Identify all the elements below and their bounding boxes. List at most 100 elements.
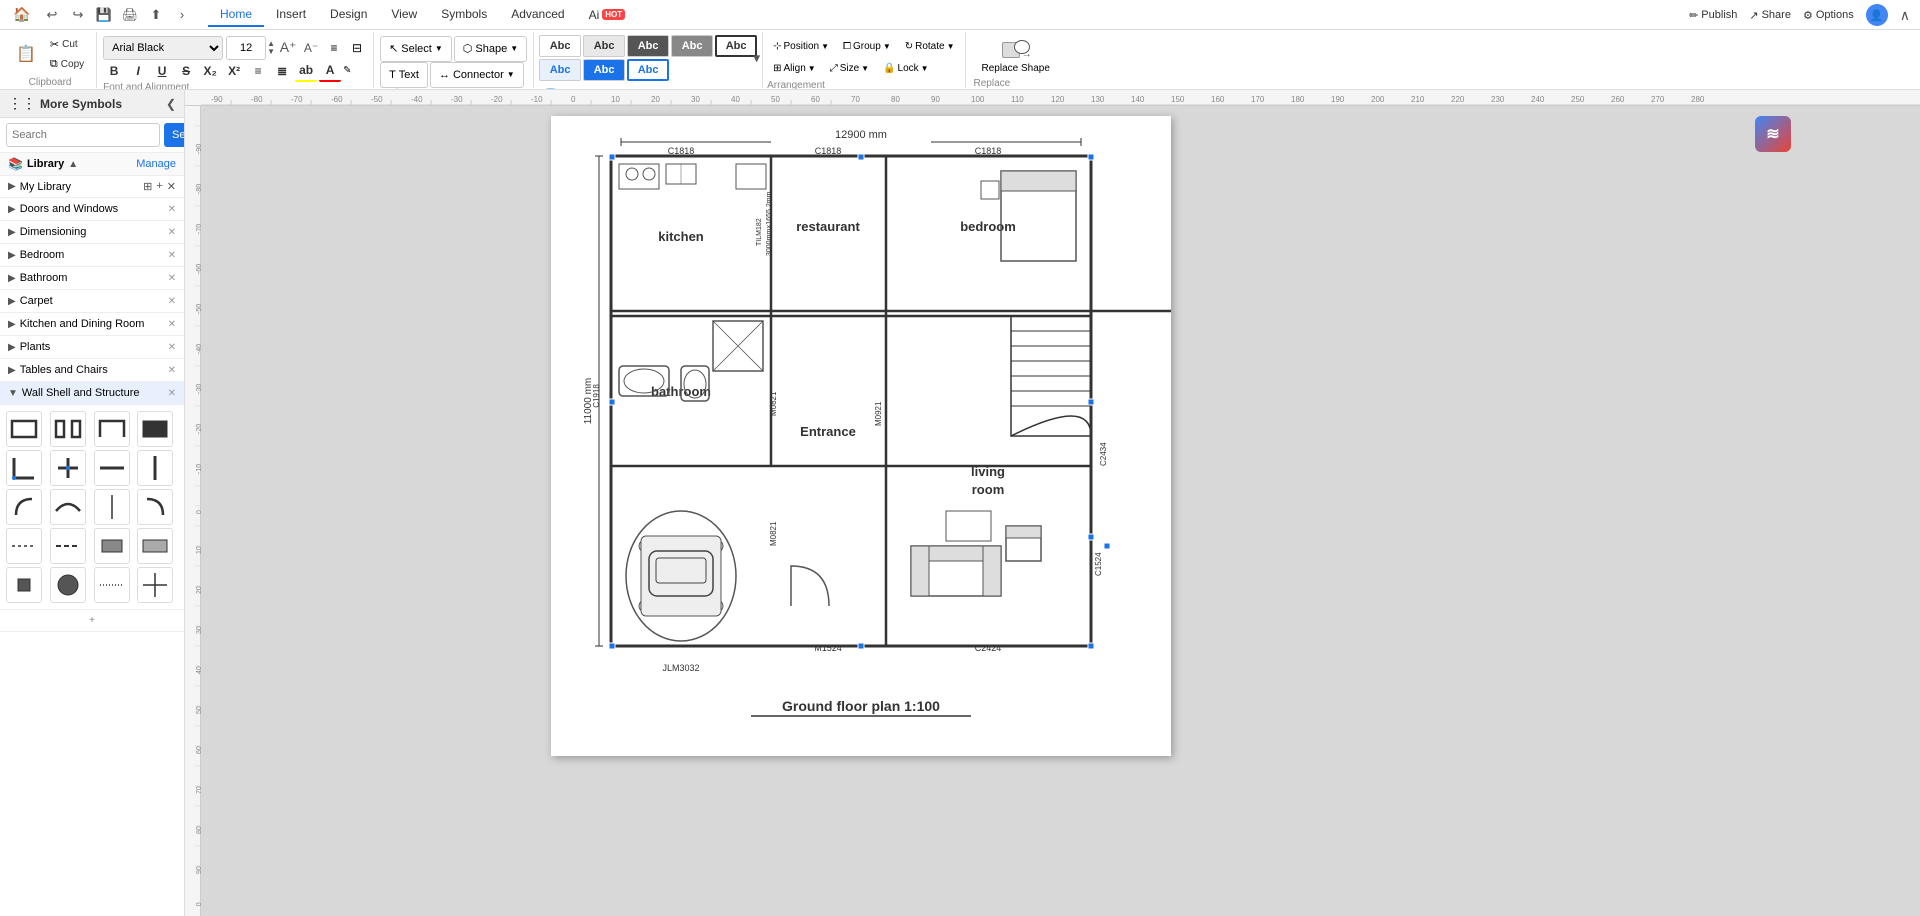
shape-dashed1[interactable]: [6, 528, 42, 564]
manage-label[interactable]: Manage: [136, 158, 176, 170]
shape-arc-flat[interactable]: [50, 489, 86, 525]
tab-ai[interactable]: Ai HOT: [577, 3, 638, 27]
size-button[interactable]: ⤢Size▼: [824, 58, 875, 80]
undo-button[interactable]: ↩: [40, 3, 64, 27]
underline-button[interactable]: U: [151, 60, 173, 82]
superscript-button[interactable]: X²: [223, 60, 245, 82]
font-family-select[interactable]: Arial Black: [103, 36, 223, 60]
tab-home[interactable]: Home: [208, 3, 264, 27]
style-more-button[interactable]: ▾: [753, 49, 760, 66]
category-tables-chairs[interactable]: ▶ Tables and Chairs ✕: [0, 359, 184, 382]
my-library-add-btn[interactable]: +: [156, 180, 162, 193]
tab-view[interactable]: View: [379, 3, 429, 27]
category-bathroom[interactable]: ▶ Bathroom ✕: [0, 267, 184, 290]
shape-arc-right[interactable]: [137, 489, 173, 525]
category-doors-windows[interactable]: ▶ Doors and Windows ✕: [0, 198, 184, 221]
shape-L[interactable]: [6, 450, 42, 486]
collapse-panel-button[interactable]: ❮: [166, 97, 176, 111]
category-bedroom[interactable]: ▶ Bedroom ✕: [0, 244, 184, 267]
floorplan-svg[interactable]: 12900 mm: [551, 116, 1171, 756]
cat-close-6[interactable]: ✕: [168, 342, 176, 353]
shape-hline[interactable]: [94, 450, 130, 486]
export-button[interactable]: ⬆: [144, 3, 168, 27]
share-button[interactable]: ↗Share: [1749, 9, 1791, 22]
shape-rect-fill[interactable]: [137, 411, 173, 447]
style-swatch-5[interactable]: Abc: [715, 35, 757, 57]
panel-collapse-button[interactable]: ∧: [1900, 7, 1910, 24]
my-library-grid-btn[interactable]: ⊞: [143, 180, 152, 193]
cat-close-0[interactable]: ✕: [168, 204, 176, 215]
shape-thin-vline[interactable]: [94, 489, 130, 525]
connector-tool-button[interactable]: ↔ Connector ▼: [430, 62, 524, 88]
options-button[interactable]: ⚙Options: [1803, 9, 1854, 22]
cat-close-1[interactable]: ✕: [168, 227, 176, 238]
shape-dashed2[interactable]: [50, 528, 86, 564]
canvas-area[interactable]: 12900 mm: [201, 106, 1920, 916]
select-tool-button[interactable]: ↖ Select ▼: [380, 36, 452, 62]
shape-filled-rect1[interactable]: [94, 528, 130, 564]
my-library-expand[interactable]: ▶: [8, 181, 16, 192]
cat-close-8[interactable]: ✕: [168, 388, 176, 399]
shape-tool-button[interactable]: ⬡ Shape ▼: [454, 36, 527, 62]
add-shape-hint[interactable]: +: [89, 615, 95, 626]
text-align-btn[interactable]: ≡: [324, 38, 344, 58]
publish-button[interactable]: ✏Publish: [1689, 9, 1737, 22]
style-swatch-1[interactable]: Abc: [539, 35, 581, 57]
font-size-down[interactable]: ▼: [267, 48, 275, 56]
my-library-label[interactable]: My Library: [20, 181, 71, 193]
save-button[interactable]: 💾: [92, 3, 116, 27]
shape-rect-gap[interactable]: [50, 411, 86, 447]
tab-insert[interactable]: Insert: [264, 3, 318, 27]
shape-dots-h[interactable]: [94, 567, 130, 603]
redo-button[interactable]: ↪: [66, 3, 90, 27]
style-swatch-6[interactable]: Abc: [539, 59, 581, 81]
shape-rect[interactable]: [6, 411, 42, 447]
tab-symbols[interactable]: Symbols: [429, 3, 499, 27]
font-size-input[interactable]: [226, 36, 266, 60]
copy-button[interactable]: ⧉Copy: [44, 55, 90, 73]
category-wall-shell[interactable]: ▼ Wall Shell and Structure ✕: [0, 382, 184, 405]
cut-button[interactable]: ✂Cut: [44, 35, 90, 53]
replace-shape-button[interactable]: → Replace Shape: [974, 36, 1058, 78]
category-plants[interactable]: ▶ Plants ✕: [0, 336, 184, 359]
home-icon[interactable]: 🏠: [8, 1, 36, 29]
style-swatch-3[interactable]: Abc: [627, 35, 669, 57]
font-color-btn[interactable]: A: [319, 60, 341, 82]
align-button[interactable]: ⊞Align▼: [767, 58, 822, 80]
print-button[interactable]: 🖨: [118, 3, 142, 27]
more-menu-button[interactable]: ›: [170, 3, 194, 27]
font-size-decrease-btn[interactable]: A⁻: [301, 38, 321, 58]
shape-circle-solid[interactable]: [50, 567, 86, 603]
list-format-btn[interactable]: ≡: [247, 60, 269, 82]
position-button[interactable]: ⊹Position▼: [767, 36, 835, 58]
shape-solid-sm[interactable]: [6, 567, 42, 603]
tab-advanced[interactable]: Advanced: [499, 3, 576, 27]
cat-close-2[interactable]: ✕: [168, 250, 176, 261]
tab-design[interactable]: Design: [318, 3, 379, 27]
shape-crosshair[interactable]: [137, 567, 173, 603]
cat-close-5[interactable]: ✕: [168, 319, 176, 330]
cat-close-4[interactable]: ✕: [168, 296, 176, 307]
lock-button[interactable]: 🔒Lock▼: [877, 58, 935, 80]
cat-close-7[interactable]: ✕: [168, 365, 176, 376]
style-swatch-7[interactable]: Abc: [583, 59, 625, 81]
cat-close-3[interactable]: ✕: [168, 273, 176, 284]
italic-button[interactable]: I: [127, 60, 149, 82]
style-swatch-4[interactable]: Abc: [671, 35, 713, 57]
symbol-search-input[interactable]: [6, 123, 160, 147]
symbol-search-button[interactable]: Search: [164, 123, 185, 147]
edit-icon-btn[interactable]: ✎: [343, 62, 361, 80]
text-tool-button[interactable]: T Text: [380, 62, 428, 88]
category-dimensioning[interactable]: ▶ Dimensioning ✕: [0, 221, 184, 244]
shape-T[interactable]: [50, 450, 86, 486]
paste-button[interactable]: 📋: [10, 34, 42, 74]
subscript-button[interactable]: X₂: [199, 60, 221, 82]
shape-arc-left[interactable]: [6, 489, 42, 525]
text-align-more-btn[interactable]: ⊟: [347, 38, 367, 58]
my-library-close-btn[interactable]: ✕: [167, 180, 176, 193]
font-size-increase-btn[interactable]: A⁺: [278, 38, 298, 58]
font-highlight-btn[interactable]: ab: [295, 60, 317, 82]
shape-vline[interactable]: [137, 450, 173, 486]
shape-filled-rect2[interactable]: [137, 528, 173, 564]
list-format2-btn[interactable]: ≣: [271, 60, 293, 82]
